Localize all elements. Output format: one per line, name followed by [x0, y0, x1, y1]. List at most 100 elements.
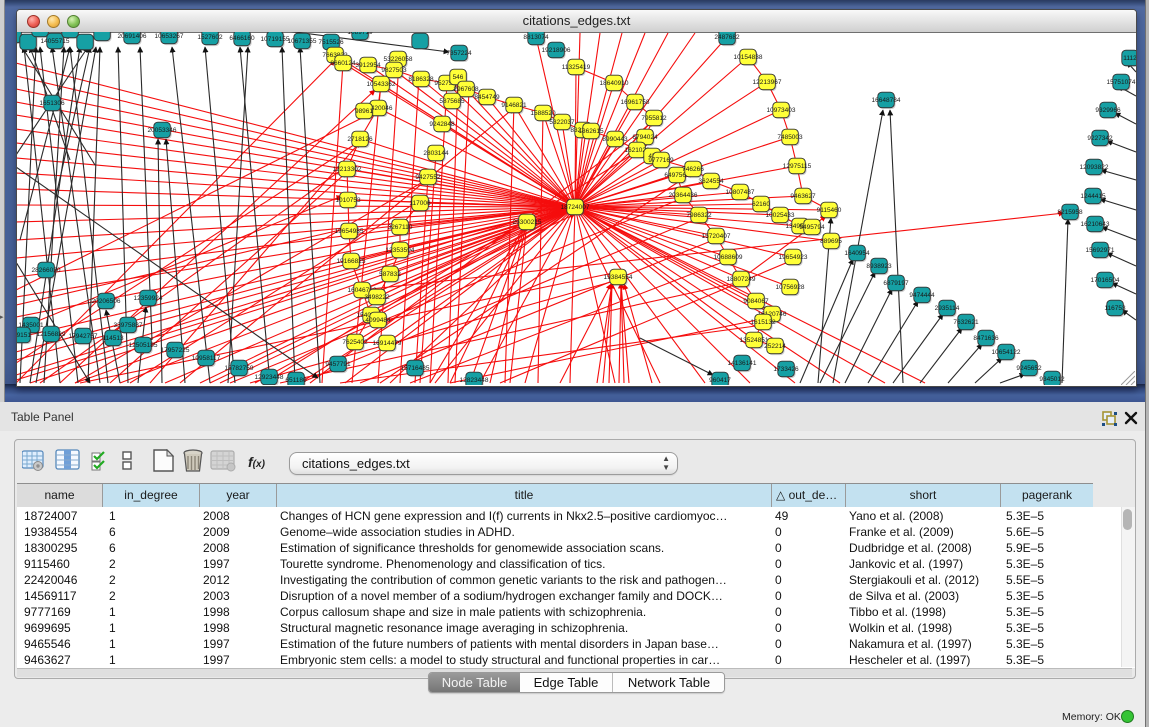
svg-text:19218906: 19218906: [542, 47, 571, 54]
svg-text:28266030: 28266030: [32, 267, 61, 274]
svg-text:19166825: 19166825: [337, 258, 366, 265]
svg-text:7515526: 7515526: [318, 39, 344, 46]
svg-text:5875685: 5875685: [439, 98, 465, 105]
svg-text:2803144: 2803144: [423, 150, 449, 157]
svg-text:8454749: 8454749: [474, 94, 500, 101]
svg-text:7632621: 7632621: [953, 319, 979, 326]
svg-text:18807249: 18807249: [727, 276, 756, 283]
svg-text:10025433: 10025433: [766, 212, 795, 219]
svg-text:39151: 39151: [17, 332, 31, 339]
svg-text:9463627: 9463627: [790, 193, 816, 200]
svg-text:12505185: 12505185: [129, 342, 158, 349]
svg-text:746266: 746266: [682, 166, 704, 173]
svg-text:19654923: 19654923: [779, 254, 808, 261]
svg-text:18640910: 18640910: [600, 80, 629, 87]
svg-text:12156829: 12156829: [37, 331, 66, 338]
svg-text:9329966: 9329966: [1095, 107, 1121, 114]
svg-text:12359924: 12359924: [134, 295, 163, 302]
svg-text:2487682: 2487682: [714, 34, 740, 41]
svg-text:12093822: 12093822: [1080, 164, 1109, 171]
svg-text:889695: 889695: [820, 238, 842, 245]
svg-text:10654122: 10654122: [992, 349, 1021, 356]
svg-text:16782759: 16782759: [225, 365, 254, 372]
svg-text:960417: 960417: [709, 377, 731, 384]
svg-text:10958117: 10958117: [192, 355, 221, 362]
svg-text:20364436: 20364436: [669, 192, 698, 199]
svg-text:10653267: 10653267: [155, 33, 184, 40]
svg-text:17957225: 17957225: [161, 347, 190, 354]
svg-text:12823448: 12823448: [460, 377, 489, 384]
svg-text:9146821: 9146821: [501, 102, 527, 109]
svg-text:1244415: 1244415: [1080, 193, 1106, 200]
svg-text:9227342: 9227342: [1087, 135, 1113, 142]
svg-text:1640954: 1640954: [844, 250, 870, 257]
svg-text:9084067: 9084067: [743, 298, 769, 305]
svg-text:8471636: 8471636: [973, 335, 999, 342]
svg-text:6466160: 6466160: [229, 35, 255, 42]
svg-text:8813074: 8813074: [523, 34, 549, 41]
svg-text:651180: 651180: [285, 377, 307, 384]
svg-text:9457791: 9457791: [325, 361, 351, 368]
svg-text:12923448: 12923448: [255, 374, 284, 381]
svg-text:15716485: 15716485: [401, 365, 430, 372]
svg-text:16961758: 16961758: [621, 99, 650, 106]
svg-text:6794024: 6794024: [632, 134, 658, 141]
svg-text:14136141: 14136141: [728, 360, 757, 367]
svg-text:9777169: 9777169: [648, 157, 674, 164]
svg-text:10756928: 10756928: [776, 284, 805, 291]
svg-text:4099484: 4099484: [365, 317, 391, 324]
svg-text:117006: 117006: [409, 200, 431, 207]
svg-text:10973403: 10973403: [767, 107, 796, 114]
svg-text:15751074: 15751074: [1107, 79, 1136, 86]
svg-text:8938923: 8938923: [866, 263, 892, 270]
svg-text:9245652: 9245652: [1016, 365, 1042, 372]
svg-text:11325419: 11325419: [562, 64, 591, 71]
svg-text:16648784: 16648784: [872, 97, 901, 104]
svg-text:3267110: 3267110: [388, 224, 413, 231]
svg-text:1651306: 1651306: [39, 100, 65, 107]
svg-text:10688609: 10688609: [714, 254, 743, 261]
svg-text:1112: 1112: [1123, 55, 1136, 62]
svg-text:252214: 252214: [764, 343, 786, 350]
svg-text:9474444: 9474444: [909, 292, 935, 299]
svg-text:19654985: 19654985: [335, 228, 364, 235]
svg-text:8660124: 8660124: [330, 60, 356, 67]
svg-text:12353594: 12353594: [386, 247, 415, 254]
svg-text:9115460: 9115460: [817, 207, 842, 214]
svg-text:1588520: 1588520: [530, 110, 556, 117]
svg-text:98961: 98961: [355, 108, 373, 115]
svg-text:9427552: 9427552: [415, 174, 441, 181]
svg-text:1010753: 1010753: [335, 197, 361, 204]
svg-text:8215958: 8215958: [1057, 209, 1083, 216]
svg-text:116753: 116753: [1104, 305, 1126, 312]
svg-text:3912954: 3912954: [355, 62, 381, 69]
svg-text:62160: 62160: [752, 201, 770, 208]
svg-text:14055715: 14055715: [41, 38, 70, 45]
svg-text:2935114: 2935114: [935, 305, 960, 312]
svg-text:7357224: 7357224: [446, 50, 472, 57]
svg-text:20691406: 20691406: [118, 33, 147, 40]
svg-text:20206506: 20206506: [92, 298, 121, 305]
svg-text:10807487: 10807487: [726, 189, 755, 196]
svg-text:18724007: 18724007: [561, 204, 590, 211]
svg-text:2718126: 2718126: [347, 136, 373, 143]
svg-text:12213967: 12213967: [753, 79, 782, 86]
svg-text:15720407: 15720407: [702, 233, 731, 240]
svg-text:16914479: 16914479: [373, 340, 402, 347]
svg-text:6879197: 6879197: [883, 280, 909, 287]
svg-text:1733426: 1733426: [773, 366, 799, 373]
svg-text:5322037: 5322037: [549, 119, 575, 126]
svg-text:33975887: 33975887: [114, 322, 143, 329]
svg-text:19384554: 19384554: [604, 274, 633, 281]
svg-text:1615132: 1615132: [750, 319, 776, 326]
svg-text:546: 546: [453, 74, 464, 81]
svg-text:16210643: 16210643: [1081, 221, 1110, 228]
svg-text:10543362: 10543362: [367, 81, 396, 88]
svg-text:9345012: 9345012: [1039, 376, 1065, 383]
svg-text:17016504: 17016504: [1091, 277, 1120, 284]
svg-text:114513: 114513: [102, 335, 124, 342]
svg-text:7986322: 7986322: [686, 212, 712, 219]
svg-text:8186328: 8186328: [408, 76, 434, 83]
svg-text:1527602: 1527602: [197, 34, 223, 41]
svg-text:10154838: 10154838: [734, 54, 763, 61]
